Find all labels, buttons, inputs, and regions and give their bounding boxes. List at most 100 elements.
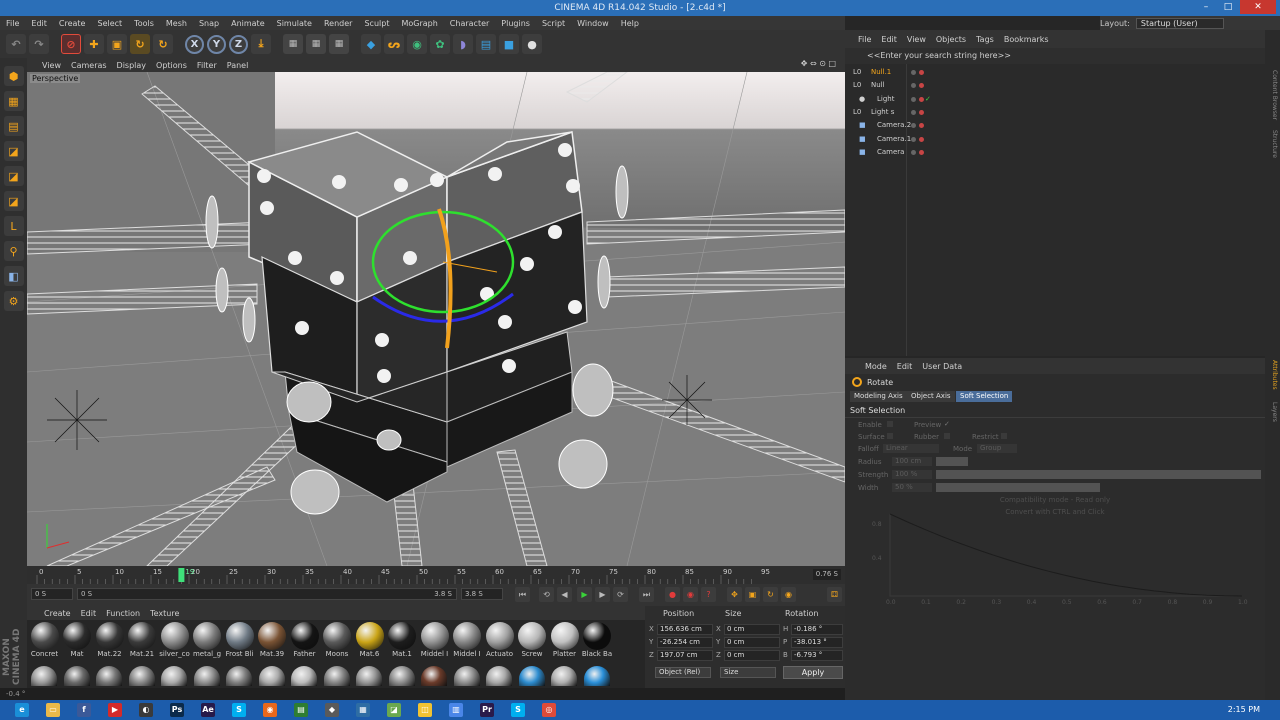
material-swatch[interactable]: Father bbox=[289, 622, 320, 658]
editor-visibility-dot[interactable] bbox=[911, 149, 916, 155]
taskbar-app-icon[interactable]: ▥ bbox=[449, 703, 463, 717]
material-menu-texture[interactable]: Texture bbox=[145, 609, 184, 618]
attribute-menu-mode[interactable]: Mode bbox=[860, 362, 892, 371]
size-mode-dropdown[interactable]: Size bbox=[720, 667, 776, 678]
enabled-check-icon[interactable]: ✓ bbox=[925, 93, 931, 106]
taskbar-app-icon[interactable]: ▭ bbox=[46, 703, 60, 717]
rubber-checkbox[interactable] bbox=[944, 433, 950, 439]
nurbs-icon[interactable]: ◉ bbox=[407, 34, 427, 54]
menu-file[interactable]: File bbox=[0, 19, 25, 28]
material-swatch[interactable]: Mat.1 bbox=[387, 622, 418, 658]
close-button[interactable]: ✕ bbox=[1240, 0, 1276, 14]
minimize-button[interactable]: – bbox=[1196, 0, 1216, 14]
strength-slider[interactable] bbox=[936, 470, 1261, 479]
object-menu-objects[interactable]: Objects bbox=[931, 35, 971, 44]
material-swatch[interactable]: Moons bbox=[322, 622, 353, 658]
render-visibility-dot[interactable] bbox=[919, 136, 924, 142]
start-time-field[interactable]: 0 S bbox=[31, 588, 73, 600]
object-name[interactable]: Null.1 bbox=[871, 66, 891, 79]
rotation-h-field[interactable]: -0.186 ° bbox=[791, 624, 843, 635]
material-menu-edit[interactable]: Edit bbox=[76, 609, 102, 618]
taskbar-app-icon[interactable]: ◪ bbox=[387, 703, 401, 717]
material-swatch[interactable] bbox=[518, 666, 545, 686]
material-swatch[interactable] bbox=[551, 666, 577, 686]
deformer-icon[interactable]: ◗ bbox=[453, 34, 473, 54]
object-row[interactable]: ■ Camera.1 bbox=[845, 133, 1265, 146]
viewport-menu-options[interactable]: Options bbox=[151, 61, 192, 70]
object-name[interactable]: Light bbox=[877, 93, 894, 106]
play-icon[interactable]: ▶ bbox=[577, 587, 592, 602]
menu-snap[interactable]: Snap bbox=[193, 19, 225, 28]
next-frame-icon[interactable]: ▶ bbox=[595, 587, 610, 602]
material-swatch[interactable] bbox=[63, 666, 90, 686]
material-swatch[interactable] bbox=[31, 666, 57, 686]
layout-dropdown[interactable]: Startup (User) bbox=[1135, 17, 1224, 29]
width-field[interactable]: 50 % bbox=[892, 483, 932, 492]
editor-visibility-dot[interactable] bbox=[911, 70, 916, 75]
object-row[interactable]: ● Light ✓ bbox=[845, 93, 1265, 106]
key-scale-icon[interactable]: ▣ bbox=[745, 587, 760, 602]
rotation-p-field[interactable]: -38.013 ° bbox=[791, 637, 843, 648]
taskbar-app-icon[interactable]: ▦ bbox=[356, 703, 370, 717]
material-swatch[interactable]: Mat.6 bbox=[354, 622, 385, 658]
material-swatch[interactable]: Middel I bbox=[452, 622, 483, 658]
camera-object-icon[interactable]: ■ bbox=[499, 34, 519, 54]
material-swatch[interactable]: Mat bbox=[62, 622, 93, 658]
scale-icon[interactable]: ▣ bbox=[107, 34, 127, 54]
editor-visibility-dot[interactable] bbox=[911, 109, 916, 115]
perspective-viewport[interactable]: Perspective bbox=[27, 72, 845, 566]
menu-script[interactable]: Script bbox=[536, 19, 571, 28]
material-swatch[interactable]: Mat.21 bbox=[127, 622, 158, 658]
record-key-icon[interactable]: ● bbox=[665, 587, 680, 602]
position-y-field[interactable]: -26.254 cm bbox=[657, 637, 713, 648]
material-swatch[interactable]: metal_g bbox=[192, 622, 223, 658]
object-name[interactable]: Camera bbox=[877, 146, 904, 159]
rotate-icon[interactable]: ↻ bbox=[130, 34, 150, 54]
editor-visibility-dot[interactable] bbox=[911, 83, 916, 89]
coordinate-system-icon[interactable]: ⤓ bbox=[251, 34, 271, 54]
attribute-menu-edit[interactable]: Edit bbox=[892, 362, 918, 371]
taskbar-app-icon[interactable]: ◎ bbox=[542, 703, 556, 717]
taskbar-app-icon[interactable]: ◐ bbox=[139, 703, 153, 717]
surface-checkbox[interactable] bbox=[887, 433, 893, 439]
go-to-end-icon[interactable]: ⏭ bbox=[639, 587, 654, 602]
previous-frame-icon[interactable]: ◀ bbox=[557, 587, 572, 602]
material-swatch[interactable]: Mat.22 bbox=[94, 622, 125, 658]
render-visibility-dot[interactable] bbox=[919, 109, 924, 115]
taskbar-app-icon[interactable]: ◆ bbox=[325, 703, 339, 717]
viewport-menu-filter[interactable]: Filter bbox=[192, 61, 222, 70]
material-swatch[interactable]: Screw bbox=[517, 622, 548, 658]
material-swatch[interactable] bbox=[323, 666, 350, 686]
material-swatch[interactable] bbox=[453, 666, 480, 686]
menu-select[interactable]: Select bbox=[91, 19, 128, 28]
object-menu-edit[interactable]: Edit bbox=[876, 35, 902, 44]
material-swatch[interactable] bbox=[421, 666, 447, 686]
size-y-field[interactable]: 0 cm bbox=[724, 637, 780, 648]
taskbar-app-icon[interactable]: S bbox=[232, 703, 246, 717]
checkerboard-icon[interactable]: ▦ bbox=[3, 91, 24, 111]
array-icon[interactable]: ✿ bbox=[430, 34, 450, 54]
menu-animate[interactable]: Animate bbox=[225, 19, 271, 28]
material-swatch[interactable] bbox=[388, 666, 415, 686]
key-pla-icon[interactable]: ⚃ bbox=[827, 587, 842, 602]
material-swatch[interactable] bbox=[486, 666, 512, 686]
tab-soft-selection[interactable]: Soft Selection bbox=[956, 391, 1013, 402]
size-z-field[interactable]: 0 cm bbox=[724, 650, 780, 661]
material-swatch[interactable]: Platter bbox=[549, 622, 580, 658]
material-swatch[interactable] bbox=[291, 666, 317, 686]
material-swatch[interactable] bbox=[356, 666, 382, 686]
scene-floor-icon[interactable]: ▤ bbox=[476, 34, 496, 54]
menu-simulate[interactable]: Simulate bbox=[271, 19, 318, 28]
render-visibility-dot[interactable] bbox=[919, 96, 924, 102]
material-swatch[interactable]: Actuato bbox=[484, 622, 515, 658]
cube-icon[interactable]: ◆ bbox=[361, 34, 381, 54]
material-swatch[interactable]: Black Ba bbox=[582, 622, 613, 658]
falloff-dropdown[interactable]: Linear bbox=[883, 444, 939, 453]
material-swatch[interactable]: Frost Bli bbox=[224, 622, 255, 658]
position-x-field[interactable]: 156.636 cm bbox=[657, 624, 713, 635]
render-picture-viewer-icon[interactable]: ▦ bbox=[306, 34, 326, 54]
menu-sculpt[interactable]: Sculpt bbox=[358, 19, 395, 28]
tab-modeling-axis[interactable]: Modeling Axis bbox=[850, 391, 907, 402]
workplane-icon[interactable]: ⚙ bbox=[3, 291, 24, 311]
editor-visibility-dot[interactable] bbox=[911, 123, 916, 129]
